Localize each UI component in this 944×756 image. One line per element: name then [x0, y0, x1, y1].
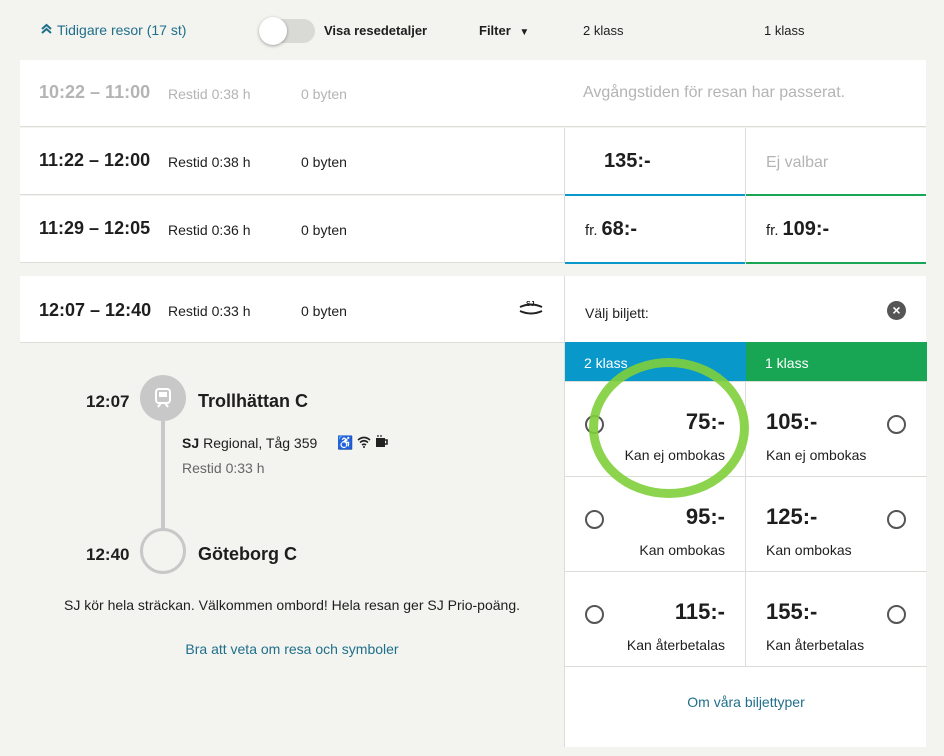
filter-label: Filter	[479, 23, 511, 38]
ticket-condition: Kan återbetalas	[766, 637, 865, 653]
price-cell-first-class[interactable]: fr. 109:-	[745, 196, 926, 264]
ticket-condition: Kan ombokas	[639, 542, 725, 558]
operator-name: SJ	[182, 435, 200, 451]
ticket-option-second-class[interactable]: 115:- Kan återbetalas	[565, 571, 746, 666]
trip-changes: 0 byten	[301, 222, 347, 238]
radio-button[interactable]	[887, 415, 906, 434]
trip-time: 10:22 – 11:00	[39, 82, 151, 102]
radio-button[interactable]	[887, 605, 906, 624]
first-class-bar	[746, 262, 926, 264]
trip-changes: 0 byten	[301, 154, 347, 170]
train-stop-icon	[140, 375, 186, 421]
details-toggle[interactable]	[259, 17, 315, 45]
ticket-types-link[interactable]: Om våra biljettyper	[565, 694, 927, 710]
second-class-bar	[565, 262, 745, 264]
column-header-first-class: 1 klass	[764, 23, 805, 38]
coffee-icon	[375, 435, 389, 451]
previous-trips-label: Tidigare resor (17 st)	[57, 22, 187, 38]
arrival-time: 12:40	[86, 545, 130, 564]
sj-logo-icon: SJ	[518, 298, 544, 325]
divider	[565, 666, 927, 667]
trip-duration: Restid 0:38 h	[168, 86, 251, 102]
train-name: Regional, Tåg 359	[203, 435, 318, 451]
radio-button[interactable]	[585, 510, 604, 529]
arrival-stop-icon	[140, 528, 186, 574]
departure-passed-message: Avgångstiden för resan har passerat.	[583, 84, 846, 101]
caret-down-icon: ▼	[519, 27, 530, 38]
ticket-option-first-class[interactable]: 155:- Kan återbetalas	[746, 571, 927, 666]
ticket-option-second-class[interactable]: 95:- Kan ombokas	[565, 476, 746, 571]
ticket-price: 95:-	[685, 504, 725, 529]
ticket-price: 75:-	[685, 409, 725, 434]
trip-changes: 0 byten	[301, 86, 347, 102]
ticket-price: 105:-	[766, 409, 818, 434]
previous-trips-link[interactable]: Tidigare resor (17 st)	[40, 22, 186, 38]
trip-row[interactable]: 11:22 – 12:00 Restid 0:38 h 0 byten 135:…	[20, 128, 926, 196]
price-cell-second-class[interactable]: fr. 68:-	[564, 196, 745, 264]
tab-label: 1 klass	[765, 355, 809, 371]
radio-button[interactable]	[887, 510, 906, 529]
not-available-text: Ej valbar	[766, 154, 829, 171]
column-header-second-class: 2 klass	[583, 23, 624, 38]
price-cell-second-class[interactable]: 135:-	[564, 128, 745, 196]
trip-changes: 0 byten	[301, 303, 347, 319]
ticket-selection-panel: Välj biljett: × 2 klass 1 klass 75:- Kan…	[564, 276, 927, 747]
price-value: 109:-	[782, 218, 830, 240]
leg-duration: Restid 0:33 h	[182, 460, 265, 476]
trip-time: 11:29 – 12:05	[39, 218, 151, 238]
price-value: 135:-	[604, 150, 651, 172]
filter-button[interactable]: Filter ▼	[479, 23, 529, 38]
tab-second-class: 2 klass	[565, 342, 746, 381]
trip-time: 12:07 – 12:40	[39, 300, 152, 320]
details-toggle-label: Visa resedetaljer	[324, 23, 428, 38]
svg-text:SJ: SJ	[526, 301, 535, 308]
departure-time: 12:07	[86, 392, 130, 411]
radio-button[interactable]	[585, 415, 604, 434]
price-value: 68:-	[601, 218, 638, 240]
ticket-price: 115:-	[674, 599, 725, 624]
trip-note: SJ kör hela sträckan. Välkommen ombord! …	[64, 597, 520, 613]
ticket-option-first-class[interactable]: 105:- Kan ej ombokas	[746, 381, 927, 476]
departure-station: Trollhättan C	[198, 391, 309, 411]
ticket-price: 125:-	[766, 504, 818, 529]
radio-button[interactable]	[585, 605, 604, 624]
ticket-condition: Kan återbetalas	[626, 637, 725, 653]
trip-time: 11:22 – 12:00	[39, 150, 151, 170]
ticket-condition: Kan ej ombokas	[766, 447, 867, 463]
choose-ticket-label: Välj biljett:	[585, 305, 649, 321]
price-cell-first-class: Ej valbar	[745, 128, 926, 196]
wheelchair-icon: ♿	[337, 435, 354, 450]
toggle-knob	[259, 17, 287, 45]
ticket-condition: Kan ej ombokas	[624, 447, 725, 463]
trip-duration: Restid 0:36 h	[168, 222, 251, 238]
ticket-option-first-class[interactable]: 125:- Kan ombokas	[746, 476, 927, 571]
price-prefix: fr.	[766, 222, 779, 239]
trip-details-panel: 12:07 Trollhättan C SJ Regional, Tåg 359…	[20, 343, 564, 747]
ticket-option-second-class[interactable]: 75:- Kan ej ombokas	[565, 381, 746, 476]
chevron-double-up-icon	[40, 22, 53, 38]
close-icon[interactable]: ×	[887, 301, 906, 320]
trip-row-past: 10:22 – 11:00 Restid 0:38 h 0 byten Avgå…	[20, 60, 926, 127]
trip-duration: Restid 0:33 h	[168, 303, 251, 319]
price-prefix: fr.	[585, 222, 598, 239]
arrival-station: Göteborg C	[198, 544, 297, 564]
tab-first-class: 1 klass	[746, 342, 927, 381]
tab-label: 2 klass	[584, 355, 628, 371]
ticket-condition: Kan ombokas	[766, 542, 852, 558]
ticket-price: 155:-	[766, 599, 818, 624]
wifi-icon	[357, 435, 371, 451]
train-info: SJ Regional, Tåg 359 ♿	[182, 435, 389, 451]
trip-row[interactable]: 11:29 – 12:05 Restid 0:36 h 0 byten fr. 6…	[20, 196, 926, 264]
trip-duration: Restid 0:38 h	[168, 154, 251, 170]
info-symbols-link[interactable]: Bra att veta om resa och symboler	[20, 641, 564, 657]
